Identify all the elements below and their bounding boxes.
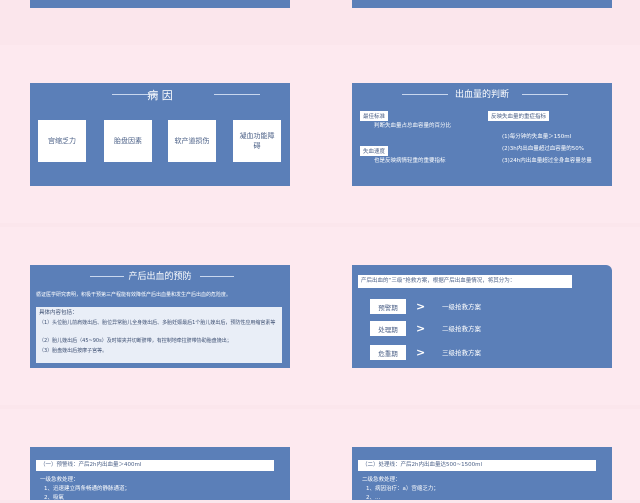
slide-5-panel: （一）预警线：产后2h内出血量＞400ml 一级急救处理： 1、迅速建立两条畅通… bbox=[30, 447, 290, 501]
criterion-text: 判断失血量占总血容量的百分比 bbox=[374, 123, 452, 129]
slide-4-panel: 产后出血的“三级”抢救方案，根据产后出血量情况，将其分为： 预警期 > 一级抢救… bbox=[352, 265, 612, 368]
slide-title: 病 因 bbox=[147, 89, 173, 102]
body-line: 2、... bbox=[366, 495, 381, 501]
level-value: 一级抢救方案 bbox=[442, 303, 481, 311]
level-value: 二级抢救方案 bbox=[442, 325, 481, 333]
slide-title: 产后出血的预防 bbox=[128, 272, 192, 282]
chevron-right-icon: > bbox=[416, 322, 426, 335]
slide-1-panel: 病 因 宫缩乏力 胎盘因素 软产道损伤 凝血功能障碍 bbox=[30, 83, 290, 186]
indicator-line: (1)每分钟的失血量＞150ml bbox=[502, 134, 572, 140]
cause-card: 宫缩乏力 bbox=[38, 120, 86, 162]
level-label: 预警期 bbox=[370, 299, 406, 314]
level-value: 三级抢救方案 bbox=[442, 349, 481, 357]
box-line: （3）胎盘娩出后按摩子宫等。 bbox=[39, 348, 108, 354]
intro-text: 循证医学研究表明，积极干预第三产程能有效降低产后出血量和发生产后出血的危险度。 bbox=[36, 292, 232, 298]
slide-3-panel: 产后出血的预防 循证医学研究表明，积极干预第三产程能有效降低产后出血量和发生产后… bbox=[30, 265, 290, 368]
box-line: （2）胎儿娩出后（45~90s）及时钳夹并切断脐带，有控制地牵拉脐带协助胎盘娩出… bbox=[39, 338, 232, 344]
top-strip-right bbox=[352, 0, 612, 8]
cause-card: 凝血功能障碍 bbox=[233, 120, 281, 162]
level-label: 危重期 bbox=[370, 345, 406, 360]
body-line: 2、吸氧 bbox=[44, 495, 64, 501]
content-box: 具体内容包括： （1）头位胎儿前肩娩出后、胎位异常胎儿全身娩出后、多胎妊娠最后1… bbox=[36, 307, 282, 363]
slide-title: 出血量的判断 bbox=[454, 90, 509, 100]
body-line: 1、病因治疗：a）宫缩乏力； bbox=[366, 486, 439, 492]
box-line: （1）头位胎儿前肩娩出后、胎位异常胎儿全身娩出后、多胎妊娠最后1个胎儿娩出后，预… bbox=[39, 320, 276, 326]
slide-2-panel: 出血量的判断 最佳标准 判断失血量占总血容量的百分比 失血速度 也是反映病情轻重… bbox=[352, 83, 612, 186]
top-strip-left bbox=[30, 0, 290, 8]
chevron-right-icon: > bbox=[416, 346, 426, 359]
cause-card: 胎盘因素 bbox=[104, 120, 152, 162]
criterion-text: 也是反映病情轻重的重要指标 bbox=[374, 158, 446, 164]
criterion-tag: 失血速度 bbox=[360, 146, 389, 156]
cause-card: 软产道损伤 bbox=[168, 120, 216, 162]
body-line: 二级急救处理： bbox=[362, 477, 401, 483]
body-line: 1、迅速建立两条畅通的静脉通道； bbox=[44, 486, 131, 492]
banner-text: （二）处理线：产后2h内出血量达500~1500ml bbox=[362, 462, 482, 468]
criterion-tag: 最佳标准 bbox=[360, 111, 389, 121]
banner-text: （一）预警线：产后2h内出血量＞400ml bbox=[40, 462, 142, 468]
indicator-line: (3)24h内出血量超过全身血容量总量 bbox=[502, 158, 592, 164]
box-title: 具体内容包括： bbox=[39, 310, 78, 316]
chevron-right-icon: > bbox=[416, 300, 426, 313]
indicator-line: (2)3h内出血量超过血容量的50% bbox=[502, 146, 585, 152]
slide-6-panel: （二）处理线：产后2h内出血量达500~1500ml 二级急救处理： 1、病因治… bbox=[352, 447, 612, 501]
body-line: 一级急救处理： bbox=[40, 477, 79, 483]
header-text: 产后出血的“三级”抢救方案，根据产后出血量情况，将其分为： bbox=[361, 278, 516, 284]
level-label: 处理期 bbox=[370, 321, 406, 336]
indicator-tag: 反映失血量的重症指标 bbox=[488, 111, 550, 121]
